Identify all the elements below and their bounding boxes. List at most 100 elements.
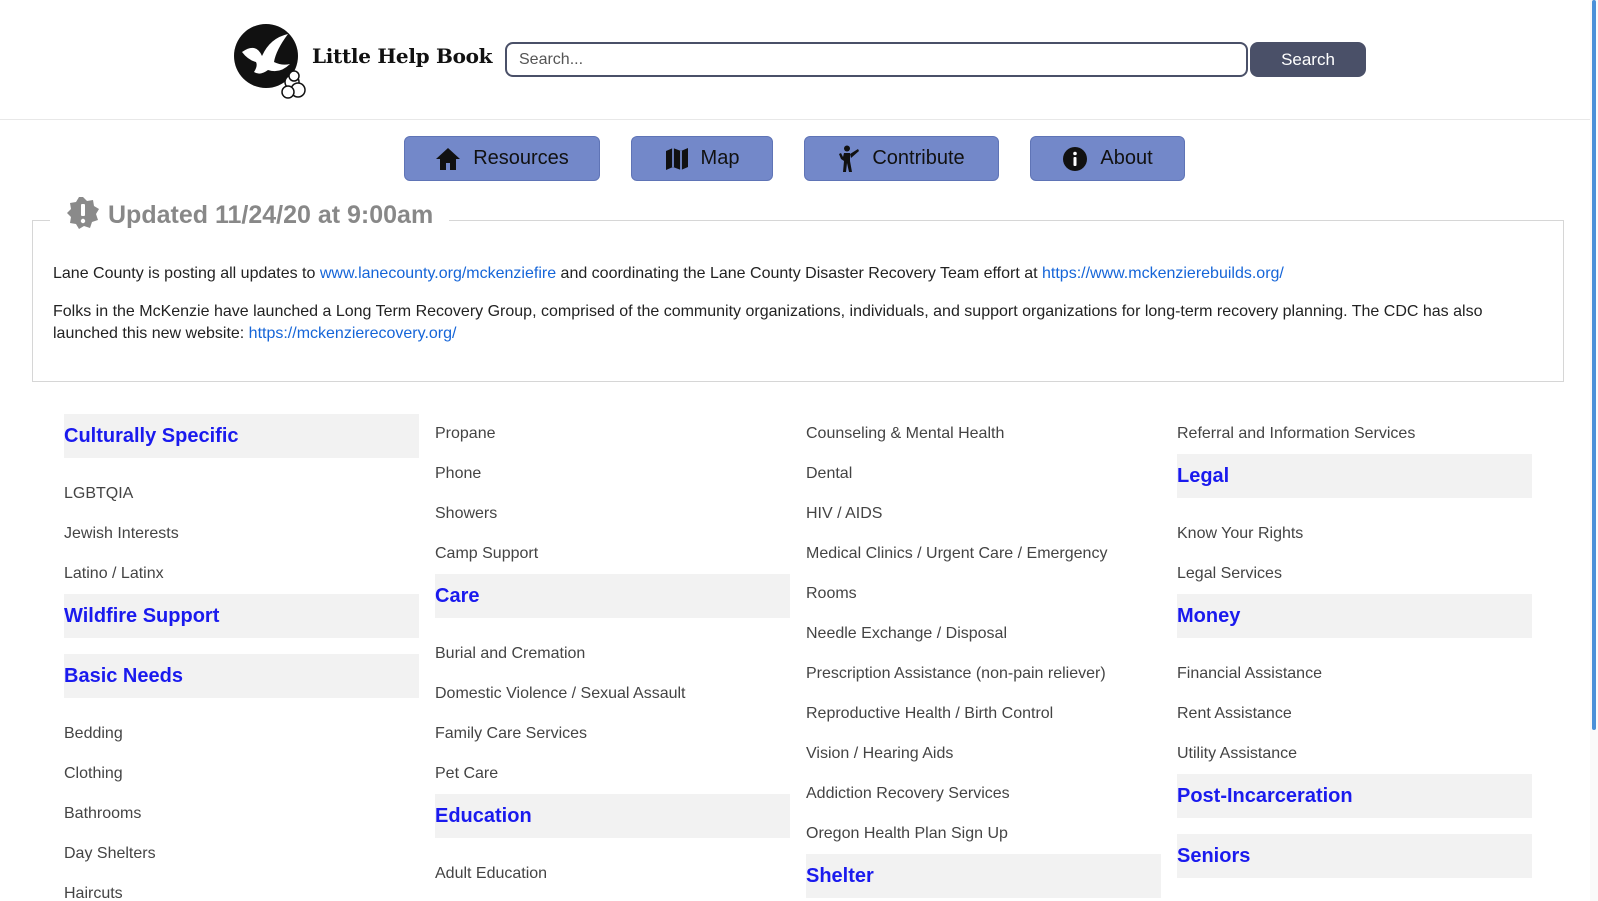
subcategory-link-needle-exchange-disposal[interactable]: Needle Exchange / Disposal [806,625,1007,643]
subcategory-link-camp-support[interactable]: Camp Support [435,545,538,563]
update-notice-paragraph-1: Lane County is posting all updates to ww… [53,263,1533,285]
category-link-wildfire-support[interactable]: Wildfire Support [64,605,219,628]
subcategory-link-medical-clinics-urgent-care-emergency[interactable]: Medical Clinics / Urgent Care / Emergenc… [806,545,1107,563]
category-header-seniors: Seniors [1177,834,1532,878]
category-link-shelter[interactable]: Shelter [806,865,874,888]
subcategory-item-dental: Dental [806,454,1161,494]
nav-map-label: Map [700,147,740,169]
map-icon [665,147,689,171]
subcategory-link-domestic-violence-sexual-assault[interactable]: Domestic Violence / Sexual Assault [435,685,686,703]
subcategory-item-camp-support: Camp Support [435,534,790,574]
category-column-3: Counseling & Mental Health Dental HIV / AI… [806,414,1161,901]
subcategory-item-prescription-assistance-non-pain-reliever: Prescription Assistance (non-pain reliev… [806,654,1161,694]
subcategory-link-latino-latinx[interactable]: Latino / Latinx [64,565,164,583]
subcategory-link-day-shelters[interactable]: Day Shelters [64,845,156,863]
subcategory-item-jewish-interests: Jewish Interests [64,514,419,554]
nav-map-button[interactable]: Map [631,136,773,181]
subcategory-link-counseling-mental-health[interactable]: Counseling & Mental Health [806,425,1004,443]
nav-contribute-button[interactable]: Contribute [804,136,999,181]
subcategory-link-oregon-health-plan-sign-up[interactable]: Oregon Health Plan Sign Up [806,825,1008,843]
category-link-education[interactable]: Education [435,805,532,828]
category-header-legal: Legal [1177,454,1532,498]
subcategory-item-adult-education: Adult Education [435,854,790,894]
update-notice-legend: Updated 11/24/20 at 9:00am [50,196,450,235]
notice-text: Lane County is posting all updates to [53,265,320,282]
category-column-1: Culturally Specific LGBTQIA Jewish Interes… [64,414,419,901]
category-link-seniors[interactable]: Seniors [1177,845,1250,868]
category-header-shelter: Shelter [806,854,1161,898]
site-logo-text[interactable]: Little Help Book [312,44,493,68]
subcategory-link-know-your-rights[interactable]: Know Your Rights [1177,525,1303,543]
site-header: Little Help Book Search [0,0,1590,120]
subcategory-link-family-care-services[interactable]: Family Care Services [435,725,587,743]
subcategory-link-adult-education[interactable]: Adult Education [435,865,547,883]
scrollbar-thumb[interactable] [1592,0,1596,730]
subcategory-link-pet-care[interactable]: Pet Care [435,765,498,783]
subcategory-link-referral-and-information-services[interactable]: Referral and Information Services [1177,425,1415,443]
category-header-money: Money [1177,594,1532,638]
subcategory-link-phone[interactable]: Phone [435,465,481,483]
page-scrollbar[interactable] [1590,0,1598,901]
nav-resources-label: Resources [473,147,569,169]
category-header-care: Care [435,574,790,618]
subcategory-link-financial-assistance[interactable]: Financial Assistance [1177,665,1322,683]
subcategory-link-hiv-aids[interactable]: HIV / AIDS [806,505,882,523]
subcategory-item-know-your-rights: Know Your Rights [1177,514,1532,554]
subcategory-link-burial-and-cremation[interactable]: Burial and Cremation [435,645,585,663]
category-header-basic-needs: Basic Needs [64,654,419,698]
dove-logo-icon[interactable] [232,22,312,102]
category-link-culturally-specific[interactable]: Culturally Specific [64,425,239,448]
subcategory-link-dental[interactable]: Dental [806,465,852,483]
subcategory-link-bathrooms[interactable]: Bathrooms [64,805,141,823]
subcategory-link-clothing[interactable]: Clothing [64,765,123,783]
subcategory-item-lgbtqia: LGBTQIA [64,474,419,514]
subcategory-link-utility-assistance[interactable]: Utility Assistance [1177,745,1297,763]
subcategory-item-addiction-recovery-services: Addiction Recovery Services [806,774,1161,814]
search-input[interactable] [505,42,1248,77]
info-icon [1062,146,1088,172]
category-link-money[interactable]: Money [1177,605,1240,628]
subcategory-item-financial-assistance: Financial Assistance [1177,654,1532,694]
subcategory-item-oregon-health-plan-sign-up: Oregon Health Plan Sign Up [806,814,1161,854]
subcategory-link-rooms[interactable]: Rooms [806,585,857,603]
subcategory-link-legal-services[interactable]: Legal Services [1177,565,1282,583]
subcategory-link-addiction-recovery-services[interactable]: Addiction Recovery Services [806,785,1010,803]
subcategory-link-lgbtqia[interactable]: LGBTQIA [64,485,133,503]
search-button[interactable]: Search [1250,42,1366,77]
subcategory-link-prescription-assistance-non-pain-reliever[interactable]: Prescription Assistance (non-pain reliev… [806,665,1106,683]
category-link-basic-needs[interactable]: Basic Needs [64,665,183,688]
subcategory-item-phone: Phone [435,454,790,494]
subcategory-link-haircuts[interactable]: Haircuts [64,885,123,901]
subcategory-item-rooms: Rooms [806,574,1161,614]
subcategory-item-day-shelters: Day Shelters [64,834,419,874]
nav-about-button[interactable]: About [1030,136,1185,181]
nav-resources-button[interactable]: Resources [404,136,600,181]
subcategory-item-counseling-mental-health: Counseling & Mental Health [806,414,1161,454]
category-link-post-incarceration[interactable]: Post-Incarceration [1177,785,1353,808]
subcategory-item-legal-services: Legal Services [1177,554,1532,594]
category-link-legal[interactable]: Legal [1177,465,1229,488]
subcategory-link-showers[interactable]: Showers [435,505,497,523]
subcategory-link-vision-hearing-aids[interactable]: Vision / Hearing Aids [806,745,953,763]
category-header-post-incarceration: Post-Incarceration [1177,774,1532,818]
category-link-care[interactable]: Care [435,585,479,608]
subcategory-link-bedding[interactable]: Bedding [64,725,123,743]
category-header-wildfire-support: Wildfire Support [64,594,419,638]
subcategory-item-hiv-aids: HIV / AIDS [806,494,1161,534]
subcategory-item-needle-exchange-disposal: Needle Exchange / Disposal [806,614,1161,654]
person-icon [838,145,860,173]
alert-badge-icon [66,196,100,235]
subcategory-item-haircuts: Haircuts [64,874,419,901]
update-notice-title: Updated 11/24/20 at 9:00am [108,200,434,229]
mckenzierebuilds-link[interactable]: https://www.mckenzierebuilds.org/ [1042,265,1284,282]
subcategory-link-jewish-interests[interactable]: Jewish Interests [64,525,179,543]
subcategory-link-rent-assistance[interactable]: Rent Assistance [1177,705,1292,723]
subcategory-link-reproductive-health-birth-control[interactable]: Reproductive Health / Birth Control [806,705,1053,723]
category-header-education: Education [435,794,790,838]
subcategory-item-bathrooms: Bathrooms [64,794,419,834]
subcategory-link-propane[interactable]: Propane [435,425,496,443]
mckenzierecovery-link[interactable]: https://mckenzierecovery.org/ [249,325,457,342]
category-header-culturally-specific: Culturally Specific [64,414,419,458]
lanecounty-link[interactable]: www.lanecounty.org/mckenziefire [320,265,556,282]
subcategory-item-clothing: Clothing [64,754,419,794]
